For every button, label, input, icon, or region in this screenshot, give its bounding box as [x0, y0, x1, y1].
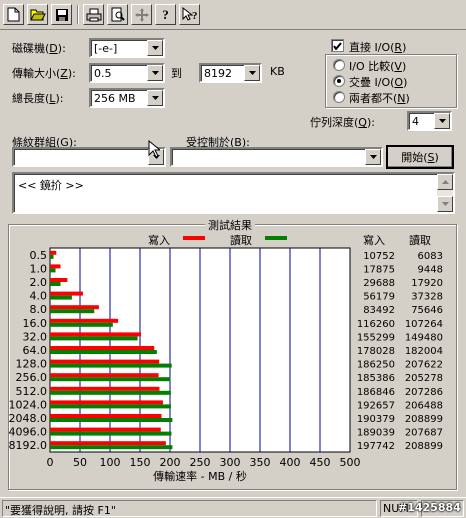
x-tick-label: 300 [220, 456, 241, 469]
write-value: 116260 [357, 319, 395, 330]
bar-write [50, 278, 68, 282]
watermark-text: #1425884 [398, 501, 461, 514]
x-tick-label: 400 [280, 456, 301, 469]
bar-write [50, 318, 119, 323]
bar-read [50, 322, 113, 327]
write-value: 186846 [357, 387, 395, 398]
read-value: 205278 [405, 373, 443, 384]
read-value: 75646 [411, 305, 443, 316]
x-tick-label: 0 [47, 456, 54, 469]
y-tick-label: 1.0 [30, 262, 48, 275]
y-tick-label: 16.0 [23, 317, 48, 330]
read-value: 9448 [418, 264, 443, 275]
write-value: 190379 [357, 414, 395, 425]
read-value: 207286 [405, 387, 443, 398]
y-tick-label: 128.0 [16, 358, 48, 371]
y-tick-label: 512.0 [16, 385, 48, 398]
y-tick-label: 4.0 [30, 290, 48, 303]
y-tick-label: 2.0 [30, 276, 48, 289]
bar-read [50, 295, 72, 300]
x-tick-label: 50 [73, 456, 87, 469]
x-tick-label: 150 [130, 456, 151, 469]
x-tick-label: 450 [310, 456, 331, 469]
bar-read [50, 268, 56, 273]
bar-write [50, 359, 160, 364]
write-value: 189039 [357, 428, 395, 439]
read-value: 149480 [405, 332, 443, 343]
x-axis-label: 傳輸速率 - MB / 秒 [153, 469, 247, 483]
read-value: 208899 [405, 414, 443, 425]
bar-read [50, 431, 172, 436]
write-value: 192657 [357, 400, 395, 411]
y-tick-label: 8192.0 [9, 439, 48, 452]
bar-read [50, 445, 173, 450]
read-value: 107264 [405, 319, 443, 330]
bar-read [50, 350, 157, 354]
y-tick-label: 32.0 [23, 330, 48, 343]
throughput-chart: 0 50 100 150 200 250 300 350 400 450 500 傳輸速率 - MB … [9, 247, 443, 483]
bar-read [50, 404, 171, 409]
bar-read [50, 363, 172, 368]
write-value: 197742 [357, 441, 395, 452]
y-tick-label: 1024.0 [9, 398, 48, 411]
bar-write [50, 264, 61, 269]
write-value: 83492 [363, 305, 395, 316]
bar-write [50, 332, 142, 337]
bar-write [50, 441, 166, 446]
bar-read [50, 309, 95, 314]
write-value: 17875 [363, 264, 395, 275]
x-tick-label: 100 [100, 456, 121, 469]
bar-write [50, 346, 155, 350]
write-value: 178028 [357, 346, 395, 357]
write-value: 56179 [363, 292, 395, 303]
read-value: 206488 [405, 400, 443, 411]
read-value: 207622 [405, 360, 443, 371]
read-value: 207687 [405, 428, 443, 439]
x-tick-label: 500 [340, 456, 361, 469]
bar-write [50, 427, 161, 432]
y-tick-label: 8.0 [30, 303, 48, 316]
bar-write [50, 305, 99, 310]
write-value: 155299 [357, 332, 395, 343]
bar-write [50, 386, 160, 391]
write-value: 186250 [357, 360, 395, 371]
y-tick-label: 256.0 [16, 371, 48, 384]
read-value: 6083 [418, 251, 443, 262]
bar-read [50, 377, 171, 382]
bar-read [50, 282, 61, 286]
y-tick-label: 2048.0 [9, 412, 48, 425]
bar-read [50, 254, 54, 259]
read-value: 37328 [411, 292, 443, 303]
bar-read [50, 418, 173, 422]
bar-write [50, 400, 163, 405]
bar-read [50, 336, 138, 341]
x-tick-label: 250 [190, 456, 211, 469]
bar-read [50, 390, 171, 395]
status-bar: "要獲得說明, 請按 F1" NUM #1425884 [0, 497, 466, 518]
y-tick-label: 64.0 [23, 344, 48, 357]
bar-write [50, 250, 57, 255]
write-value: 185386 [357, 373, 395, 384]
write-value: 29688 [363, 278, 395, 289]
write-value: 10752 [363, 251, 395, 262]
bar-write [50, 373, 159, 378]
bar-write [50, 414, 162, 418]
x-tick-label: 350 [250, 456, 271, 469]
x-tick-label: 200 [160, 456, 181, 469]
read-value: 208899 [405, 441, 443, 452]
status-help-pane: "要獲得說明, 請按 F1" [2, 500, 377, 517]
status-help-text: "要獲得說明, 請按 F1" [5, 504, 116, 517]
y-tick-label: 4096.0 [9, 426, 48, 439]
y-tick-label: 0.5 [30, 249, 48, 262]
read-value: 17920 [411, 278, 443, 289]
bar-write [50, 291, 83, 296]
read-value: 182004 [405, 346, 443, 357]
